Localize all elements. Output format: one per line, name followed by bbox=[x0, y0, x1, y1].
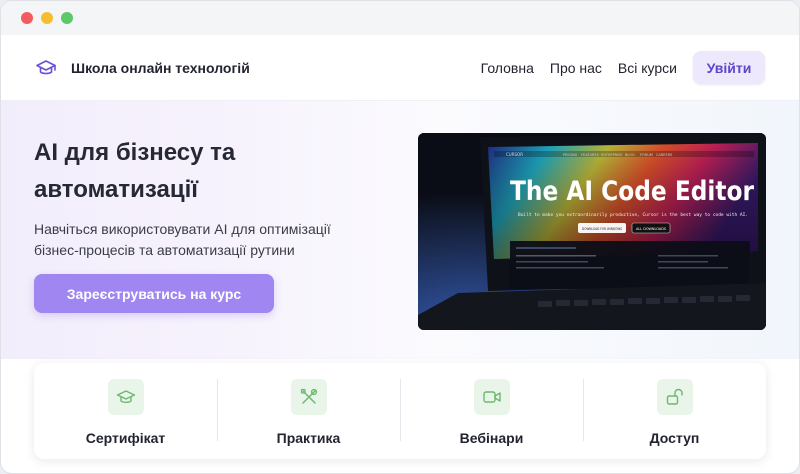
feature-webinars: Вебінари bbox=[400, 363, 583, 459]
nav-link-all-courses[interactable]: Всі курси bbox=[618, 60, 677, 76]
hero-subtitle: Навчіться використовувати AI для оптиміз… bbox=[34, 221, 331, 258]
hero-image: CURSOR PRICING FEATURES ENTERPRISE BLOG … bbox=[418, 133, 766, 330]
unlock-icon bbox=[656, 379, 693, 415]
login-button[interactable]: Увійти bbox=[693, 51, 765, 84]
window-titlebar bbox=[1, 1, 799, 35]
minimize-window-button[interactable] bbox=[41, 12, 53, 24]
feature-label: Вебінари bbox=[459, 430, 524, 446]
brand-name: Школа онлайн технологій bbox=[71, 59, 250, 76]
feature-label: Сертифікат bbox=[85, 430, 166, 446]
maximize-window-button[interactable] bbox=[61, 12, 73, 24]
main-nav: Головна Про нас Всі курси Увійти bbox=[465, 51, 765, 84]
brand[interactable]: Школа онлайн технологій bbox=[35, 57, 250, 79]
hero-section: AI для бізнесу та автоматизації Навчітьс… bbox=[1, 101, 799, 359]
graduation-cap-icon bbox=[35, 57, 57, 79]
screen-menu-careers: CAREERS bbox=[656, 153, 673, 157]
register-course-button[interactable]: Зареєструватись на курс bbox=[34, 274, 274, 313]
screen-menu-pricing: PRICING bbox=[563, 153, 578, 157]
video-camera-icon bbox=[473, 379, 510, 415]
site-header: Школа онлайн технологій Головна Про нас … bbox=[1, 35, 799, 101]
screen-logo-text: CURSOR bbox=[506, 152, 523, 157]
feature-label: Доступ bbox=[649, 430, 700, 446]
screen-menu-enterprise: ENTERPRISE bbox=[601, 153, 623, 157]
screen-all-downloads-button: ALL DOWNLOADS bbox=[636, 227, 666, 231]
hero-title: AI для бізнесу та автоматизації bbox=[34, 139, 236, 203]
nav-link-about[interactable]: Про нас bbox=[550, 60, 602, 76]
tools-icon bbox=[290, 379, 327, 415]
features-panel: Сертифікат Практика Вебінари Доступ bbox=[34, 363, 766, 459]
feature-practice: Практика bbox=[217, 363, 400, 459]
feature-certificate: Сертифікат bbox=[34, 363, 217, 459]
screen-menu-forum: FORUM bbox=[640, 153, 653, 157]
screen-tagline: Built to make you extraordinarily produc… bbox=[518, 212, 748, 217]
screen-download-button: DOWNLOAD FOR WINDOWS bbox=[582, 227, 622, 231]
graduation-cap-icon bbox=[107, 379, 144, 415]
nav-link-home[interactable]: Головна bbox=[481, 60, 534, 76]
screen-menu-blog: BLOG bbox=[625, 153, 635, 157]
feature-label: Практика bbox=[276, 430, 341, 446]
close-window-button[interactable] bbox=[21, 12, 33, 24]
screen-menu-features: FEATURES bbox=[581, 153, 600, 157]
browser-window: Школа онлайн технологій Головна Про нас … bbox=[0, 0, 800, 474]
screen-headline: The AI Code Editor bbox=[510, 176, 755, 207]
feature-access: Доступ bbox=[583, 363, 766, 459]
